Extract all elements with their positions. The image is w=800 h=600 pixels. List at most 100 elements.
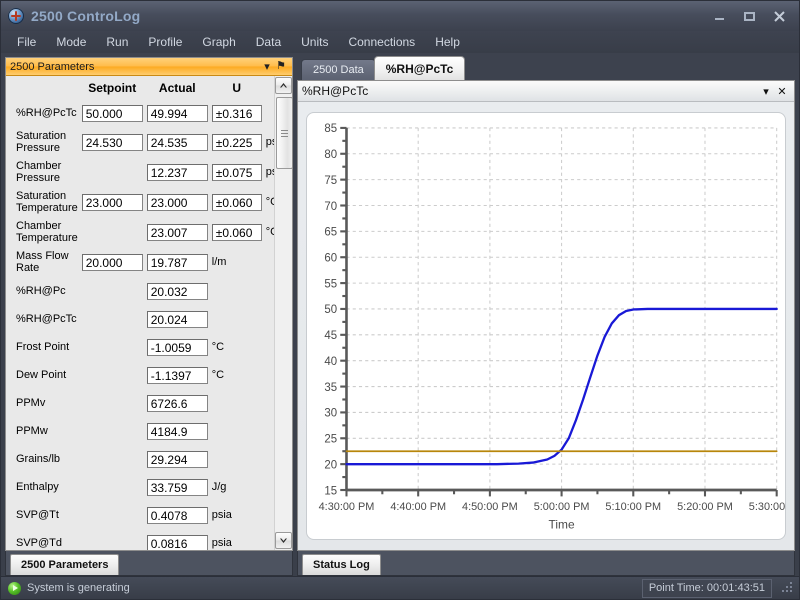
menu-item-graph[interactable]: Graph — [192, 32, 245, 52]
table-row: %RH@PcTc 50.000 49.994 ±0.316 — [14, 99, 274, 127]
uncertainty-field: ±0.316 — [211, 104, 262, 122]
unit-label — [210, 445, 264, 473]
table-row: Saturation Temperature 23.000 23.000 ±0.… — [14, 187, 274, 217]
uncertainty-field: ±0.060 — [211, 223, 262, 241]
param-label: Saturation Temperature — [16, 190, 78, 214]
left-dock: 2500 Parameters ▾ ⚑ Setpoint Actual U %R… — [5, 57, 293, 576]
unit-label: °C — [265, 196, 274, 208]
grip-icon — [281, 129, 288, 137]
dock-tab-status-log[interactable]: Status Log — [302, 554, 381, 575]
svg-text:55: 55 — [324, 278, 337, 290]
menu-bar: File Mode Run Profile Graph Data Units C… — [1, 31, 799, 53]
table-row: Grains/lb 29.294 — [14, 445, 274, 473]
resize-grip-icon[interactable] — [782, 582, 794, 594]
menu-item-run[interactable]: Run — [96, 32, 138, 52]
pin-icon[interactable]: ⚑ — [274, 60, 288, 74]
svg-text:5:30:00 PM: 5:30:00 PM — [749, 501, 785, 513]
unit-label: psia — [211, 509, 232, 521]
scrollbar-track[interactable] — [276, 95, 292, 531]
menu-item-profile[interactable]: Profile — [138, 32, 192, 52]
menu-item-units[interactable]: Units — [291, 32, 338, 52]
scroll-up-icon[interactable] — [275, 77, 292, 94]
svg-text:4:50:00 PM: 4:50:00 PM — [462, 501, 518, 513]
actual-field: 24.535 — [146, 133, 208, 151]
setpoint-field[interactable]: 24.530 — [81, 133, 143, 151]
actual-field: 0.0816 — [146, 534, 208, 550]
param-label: PPMv — [16, 397, 46, 409]
actual-field: 33.759 — [146, 478, 208, 496]
actual-field: -1.0059 — [146, 338, 208, 356]
param-label: SVP@Td — [16, 537, 63, 549]
dock-tab-2500-parameters[interactable]: 2500 Parameters — [10, 554, 120, 575]
chart-card: 15 20 25 30 35 40 45 50 55 60 65 70 75 80 85 4:30:00 PM… — [306, 112, 786, 540]
actual-field: 19.787 — [146, 253, 208, 271]
table-row: Frost Point -1.0059 °C — [14, 333, 274, 361]
unit-label — [264, 99, 274, 127]
svg-text:50: 50 — [324, 304, 337, 316]
close-icon[interactable] — [765, 5, 793, 27]
setpoint-empty — [80, 277, 145, 305]
parameters-panel-caption: 2500 Parameters ▾ ⚑ — [6, 58, 292, 76]
unit-label: psia — [265, 166, 274, 178]
unit-label: °C — [211, 369, 225, 381]
table-row: PPMw 4184.9 — [14, 417, 274, 445]
actual-field: 20.024 — [146, 310, 208, 328]
timeseries-chart[interactable]: 15 20 25 30 35 40 45 50 55 60 65 70 75 80 85 4:30:00 PM… — [307, 113, 785, 539]
unit-label: psia — [211, 537, 232, 549]
svg-text:5:20:00 PM: 5:20:00 PM — [677, 501, 733, 513]
unit-label — [210, 389, 264, 417]
setpoint-empty — [80, 305, 145, 333]
setpoint-empty — [80, 217, 145, 247]
setpoint-field[interactable]: 20.000 — [81, 253, 143, 271]
col-header-setpoint: Setpoint — [88, 81, 137, 95]
close-icon[interactable]: ✕ — [774, 83, 790, 99]
parameters-panel: 2500 Parameters ▾ ⚑ Setpoint Actual U %R… — [5, 57, 293, 551]
window-controls — [705, 1, 793, 31]
maximize-icon[interactable] — [735, 5, 763, 27]
parameters-table: Setpoint Actual U %RH@PcTc 50.000 49.994… — [14, 80, 274, 550]
status-message: System is generating — [27, 582, 130, 594]
uncertainty-field: ±0.060 — [211, 193, 262, 211]
svg-text:15: 15 — [324, 485, 337, 497]
parameters-scrollbar[interactable] — [274, 76, 292, 550]
svg-text:25: 25 — [324, 433, 337, 445]
menu-item-data[interactable]: Data — [246, 32, 291, 52]
setpoint-field[interactable]: 50.000 — [81, 104, 143, 122]
param-label: Chamber Temperature — [16, 220, 78, 244]
table-row: %RH@Pc 20.032 — [14, 277, 274, 305]
tab-rh-pctc[interactable]: %RH@PcTc — [373, 56, 466, 80]
menu-item-file[interactable]: File — [7, 32, 46, 52]
actual-field: 6726.6 — [146, 394, 208, 412]
application-window: 2500 ControLog File Mode Run Profile Gra… — [0, 0, 800, 600]
chevron-down-icon[interactable]: ▾ — [260, 60, 274, 74]
menu-item-connections[interactable]: Connections — [338, 32, 425, 52]
svg-text:5:00:00 PM: 5:00:00 PM — [534, 501, 590, 513]
col-header-actual: Actual — [158, 81, 196, 95]
setpoint-empty — [80, 361, 145, 389]
setpoint-empty — [80, 333, 145, 361]
play-icon — [8, 581, 21, 595]
scroll-down-icon[interactable] — [275, 532, 292, 549]
setpoint-field[interactable]: 23.000 — [81, 193, 143, 211]
col-header-name — [14, 80, 80, 99]
svg-text:60: 60 — [324, 252, 337, 264]
menu-item-help[interactable]: Help — [425, 32, 470, 52]
chevron-down-icon[interactable]: ▾ — [758, 83, 774, 99]
minimize-icon[interactable] — [705, 5, 733, 27]
chart-document-title: %RH@PcTc — [302, 84, 369, 98]
param-label: Mass Flow Rate — [16, 250, 69, 274]
setpoint-empty — [80, 389, 145, 417]
scrollbar-thumb[interactable] — [276, 97, 292, 169]
unit-label — [210, 417, 264, 445]
app-globe-icon — [8, 8, 24, 24]
actual-field: 29.294 — [146, 450, 208, 468]
svg-text:4:30:00 PM: 4:30:00 PM — [319, 501, 375, 513]
param-label: Grains/lb — [16, 453, 61, 465]
table-row: Saturation Pressure 24.530 24.535 ±0.225… — [14, 127, 274, 157]
tab-2500-data[interactable]: 2500 Data — [301, 59, 376, 80]
actual-field: 49.994 — [146, 104, 208, 122]
actual-field: 23.007 — [146, 223, 208, 241]
param-label: Dew Point — [16, 369, 67, 381]
menu-item-mode[interactable]: Mode — [46, 32, 96, 52]
right-dock-tabstrip: Status Log — [297, 551, 795, 576]
